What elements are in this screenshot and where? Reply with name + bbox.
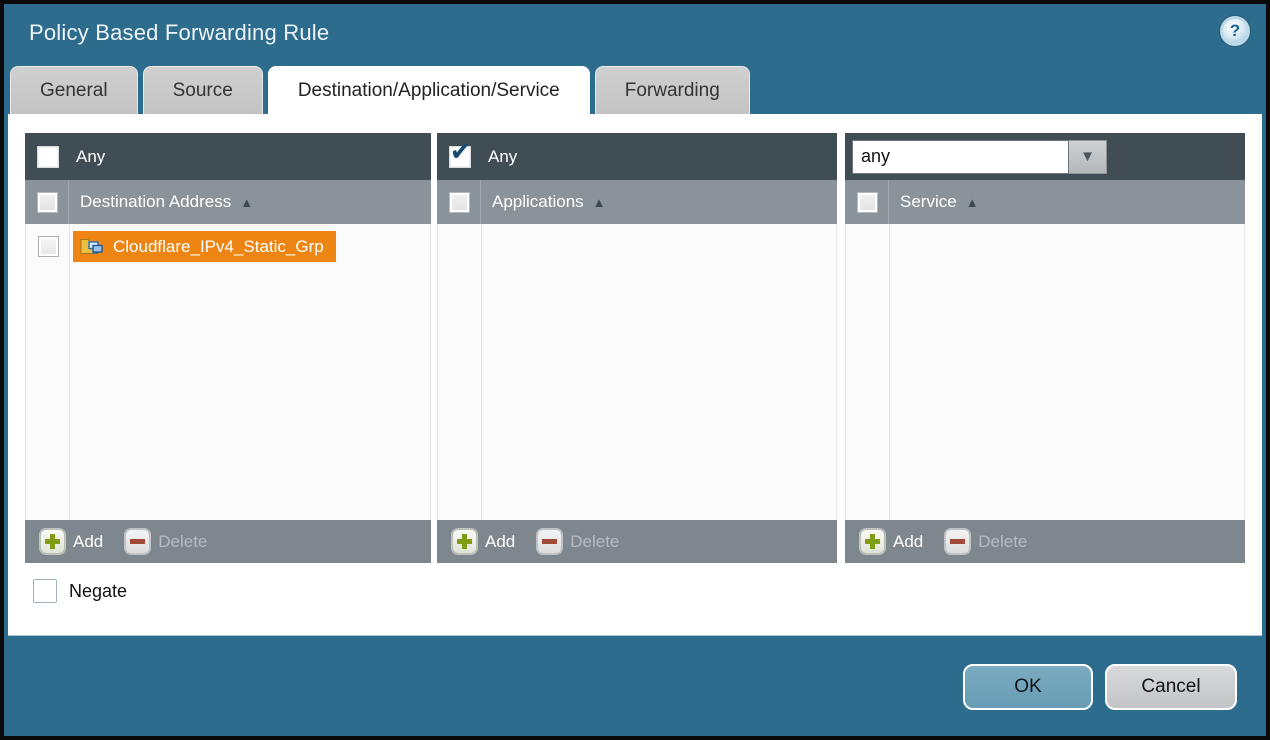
- negate-label: Negate: [69, 581, 127, 602]
- delete-icon[interactable]: [125, 529, 150, 554]
- columns-container: Any Destination Address ▲: [25, 133, 1249, 563]
- service-header-row: Service ▲: [845, 180, 1245, 224]
- item-checkbox[interactable]: [38, 236, 59, 257]
- applications-select-all-cell: [437, 180, 481, 224]
- delete-icon[interactable]: [945, 529, 970, 554]
- tab-forwarding[interactable]: Forwarding: [595, 66, 750, 114]
- service-dropdown[interactable]: any ▼: [852, 140, 1107, 174]
- applications-column-header[interactable]: Applications: [492, 192, 584, 212]
- checkmark-icon: ✔: [450, 140, 471, 165]
- applications-any-label: Any: [488, 147, 517, 167]
- destination-select-all-checkbox[interactable]: [37, 192, 58, 213]
- applications-footer: Add Delete: [437, 520, 837, 563]
- service-column: any ▼ Service ▲ Add: [845, 133, 1245, 563]
- add-button[interactable]: Add: [893, 532, 923, 552]
- add-icon[interactable]: [452, 529, 477, 554]
- add-icon[interactable]: [40, 529, 65, 554]
- tab-destination-application-service[interactable]: Destination/Application/Service: [268, 66, 590, 114]
- destination-any-label: Any: [76, 147, 105, 167]
- negate-row: Negate: [33, 579, 1249, 603]
- delete-button[interactable]: Delete: [570, 532, 619, 552]
- destination-address-list: Cloudflare_IPv4_Static_Grp: [25, 224, 431, 520]
- applications-list: [437, 224, 837, 520]
- help-glyph: ?: [1230, 21, 1240, 41]
- destination-address-header-row: Destination Address ▲: [25, 180, 431, 224]
- destination-select-all-cell: [25, 180, 69, 224]
- applications-column: ✔ Any Applications ▲ Add Delete: [437, 133, 837, 563]
- dialog-footer: OK Cancel: [4, 636, 1266, 736]
- pbf-rule-dialog: Policy Based Forwarding Rule ? General S…: [0, 0, 1270, 740]
- applications-any-checkbox[interactable]: ✔: [449, 146, 471, 168]
- service-dropdown-row: any ▼: [845, 133, 1245, 180]
- tab-general[interactable]: General: [10, 66, 138, 114]
- negate-checkbox[interactable]: [33, 579, 57, 603]
- sort-asc-icon: ▲: [240, 195, 253, 210]
- dialog-title: Policy Based Forwarding Rule: [29, 20, 1266, 46]
- service-select-all-cell: [845, 180, 889, 224]
- tab-source[interactable]: Source: [143, 66, 263, 114]
- dropdown-arrow-button[interactable]: ▼: [1069, 140, 1107, 174]
- applications-header-row: Applications ▲: [437, 180, 837, 224]
- add-button[interactable]: Add: [73, 532, 103, 552]
- applications-select-all-checkbox[interactable]: [449, 192, 470, 213]
- add-button[interactable]: Add: [485, 532, 515, 552]
- applications-any-row: ✔ Any: [437, 133, 837, 180]
- service-select-all-checkbox[interactable]: [857, 192, 878, 213]
- service-list: [845, 224, 1245, 520]
- ok-button[interactable]: OK: [963, 664, 1093, 710]
- chevron-down-icon: ▼: [1080, 148, 1095, 165]
- list-item[interactable]: Cloudflare_IPv4_Static_Grp: [26, 224, 430, 264]
- cancel-button[interactable]: Cancel: [1105, 664, 1237, 710]
- tab-bar: General Source Destination/Application/S…: [4, 66, 1266, 114]
- destination-any-row: Any: [25, 133, 431, 180]
- selected-address-group[interactable]: Cloudflare_IPv4_Static_Grp: [73, 231, 336, 262]
- destination-address-column: Any Destination Address ▲: [25, 133, 431, 563]
- sort-asc-icon: ▲: [966, 195, 979, 210]
- service-footer: Add Delete: [845, 520, 1245, 563]
- service-column-header[interactable]: Service: [900, 192, 957, 212]
- delete-icon[interactable]: [537, 529, 562, 554]
- address-group-name: Cloudflare_IPv4_Static_Grp: [113, 237, 324, 257]
- help-icon[interactable]: ?: [1220, 16, 1250, 46]
- tab-content: Any Destination Address ▲: [8, 114, 1262, 636]
- service-dropdown-value[interactable]: any: [852, 140, 1069, 174]
- address-group-icon: [80, 236, 104, 257]
- delete-button[interactable]: Delete: [978, 532, 1027, 552]
- destination-any-checkbox[interactable]: [37, 146, 59, 168]
- delete-button[interactable]: Delete: [158, 532, 207, 552]
- destination-footer: Add Delete: [25, 520, 431, 563]
- add-icon[interactable]: [860, 529, 885, 554]
- destination-address-column-header[interactable]: Destination Address: [80, 192, 231, 212]
- sort-asc-icon: ▲: [593, 195, 606, 210]
- dialog-titlebar: Policy Based Forwarding Rule ?: [4, 4, 1266, 66]
